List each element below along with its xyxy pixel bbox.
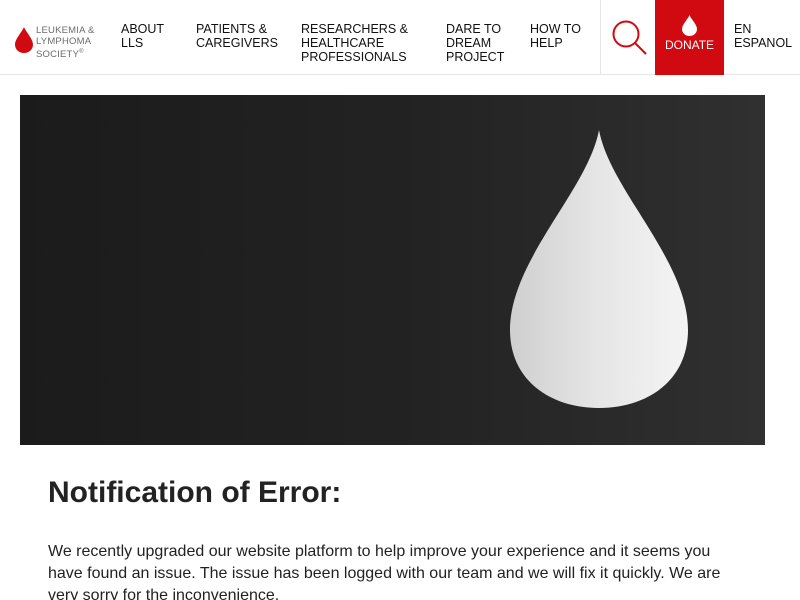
nav-item-patients-caregivers[interactable]: PATIENTS & CAREGIVERS [196,22,291,50]
logo-line-2: LYMPHOMA [36,35,92,47]
donate-label: DONATE [664,38,715,52]
site-header: LEUKEMIA & LYMPHOMA SOCIETY® ABOUT LLS P… [0,0,800,75]
nav-item-how-to-help[interactable]: HOW TO HELP [530,22,590,50]
logo-line-3-text: SOCIETY [36,49,80,61]
blood-drop-icon [15,27,33,53]
nav-item-researchers[interactable]: RESEARCHERS & HEALTHCARE PROFESSIONALS [301,22,431,64]
search-button[interactable] [600,0,655,74]
blood-drop-icon [510,130,688,408]
page-title: Notification of Error: [48,476,342,509]
logo-line-3: SOCIETY® [36,47,98,61]
language-toggle[interactable]: EN ESPANOL [734,22,796,50]
logo-line-1: LEUKEMIA & [36,25,95,36]
donate-button[interactable]: DONATE [655,0,724,75]
error-message: We recently upgraded our website platfor… [48,543,721,600]
search-icon [612,20,647,55]
nav-item-dare-to-dream[interactable]: DARE TO DREAM PROJECT [446,22,518,64]
registered-mark: ® [79,49,84,55]
blood-drop-icon [682,15,697,36]
lls-logo[interactable]: LEUKEMIA & LYMPHOMA SOCIETY® [14,24,98,60]
logo-wordmark: LEUKEMIA & LYMPHOMA SOCIETY® [36,25,98,61]
hero-banner [20,95,765,445]
nav-item-about-lls[interactable]: ABOUT LLS [121,22,181,50]
